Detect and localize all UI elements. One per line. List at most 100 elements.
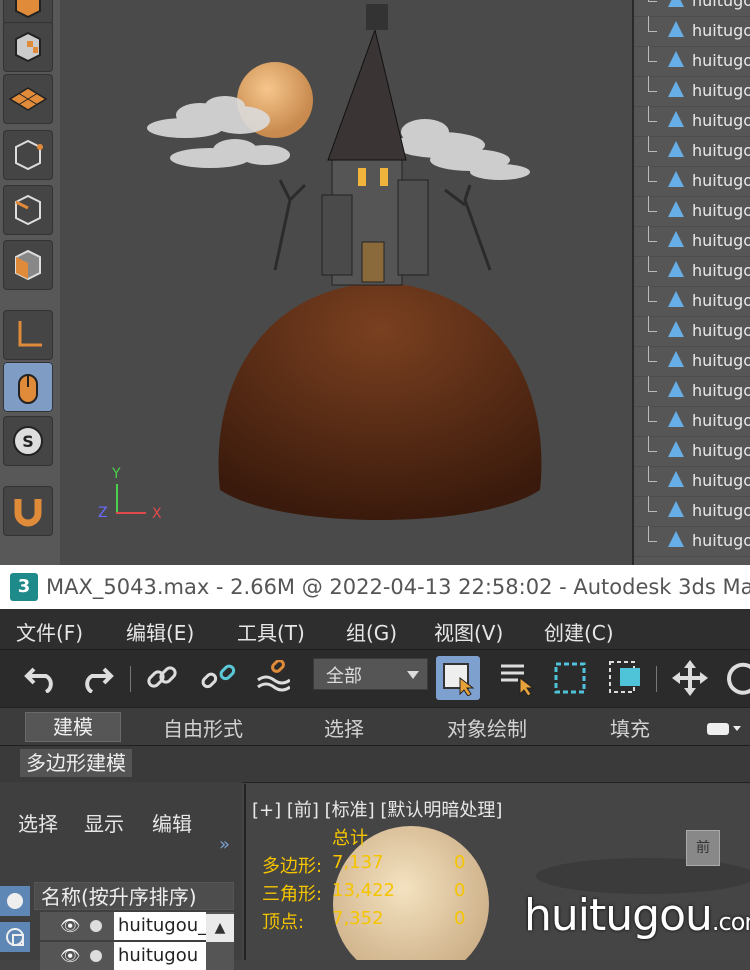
name-column-header[interactable]: 名称(按升序排序) xyxy=(34,882,234,910)
rotate-icon xyxy=(727,662,750,695)
object-list-item[interactable]: huitugou xyxy=(634,346,750,377)
object-list-item[interactable]: huitugou xyxy=(634,16,750,47)
mouse-tool-button[interactable] xyxy=(3,362,53,412)
tree-branch-line xyxy=(648,16,657,32)
stats-total-label: 总计 xyxy=(332,828,368,849)
freeze-dot-icon[interactable] xyxy=(90,950,102,962)
visibility-eye-icon[interactable]: 👁 xyxy=(60,946,80,965)
stats-triangles-value: 13,422 xyxy=(332,880,395,901)
object-list-item[interactable]: huitugou xyxy=(634,316,750,347)
axis-constraint-button[interactable] xyxy=(3,310,53,360)
left-command-toolbar: S xyxy=(0,0,61,565)
undo-button[interactable] xyxy=(20,656,64,700)
edge-cube-button[interactable] xyxy=(3,185,53,235)
helper-object-icon xyxy=(668,321,684,337)
object-list-item[interactable]: huitugou xyxy=(634,196,750,227)
move-arrows-icon xyxy=(672,660,708,696)
tree-branch-line xyxy=(648,346,657,362)
menu-view[interactable]: 视图(V) xyxy=(434,617,503,646)
explorer-menu-edit[interactable]: 编辑 xyxy=(152,808,192,837)
bind-spacewarp-button[interactable] xyxy=(250,656,294,700)
tab-object-paint[interactable]: 对象绘制 xyxy=(447,713,527,742)
display-geometry-button[interactable] xyxy=(0,922,30,952)
object-list-item[interactable]: huitugou xyxy=(634,46,750,77)
helper-object-icon xyxy=(668,351,684,367)
helper-object-icon xyxy=(668,81,684,97)
axis-x-label: X xyxy=(152,506,162,522)
snap-s-button[interactable]: S xyxy=(3,416,53,466)
object-list-item[interactable]: huitugou xyxy=(634,286,750,317)
rectangular-selection-button[interactable] xyxy=(548,656,592,700)
polygon-modeling-panel-button[interactable]: 多边形建模 xyxy=(20,749,132,777)
watermark-main: huitugou xyxy=(524,890,713,941)
menu-group[interactable]: 组(G) xyxy=(346,617,397,646)
helper-object-icon xyxy=(668,441,684,457)
object-list-item[interactable]: huitugou xyxy=(634,106,750,137)
object-list-item[interactable]: huitugou xyxy=(634,76,750,107)
helper-object-icon xyxy=(668,51,684,67)
ribbon-options-button[interactable] xyxy=(706,718,742,742)
tree-branch-line xyxy=(648,466,657,482)
tab-freeform[interactable]: 自由形式 xyxy=(163,713,243,742)
tab-modeling[interactable]: 建模 xyxy=(25,712,121,742)
object-list-item[interactable]: huitugou xyxy=(634,526,750,557)
object-list-item[interactable]: huitugou xyxy=(634,0,750,17)
vertex-cube-button[interactable] xyxy=(3,130,53,180)
stats-polygons-label: 多边形: xyxy=(262,856,323,877)
unlink-button[interactable] xyxy=(196,656,240,700)
object-list-item-label: huitugou xyxy=(692,81,750,100)
face-cube-button[interactable] xyxy=(3,240,53,290)
object-list-item[interactable]: huitugou xyxy=(634,496,750,527)
explorer-menu-select[interactable]: 选择 xyxy=(18,808,58,837)
rotate-button[interactable] xyxy=(722,656,750,700)
scene-row[interactable]: 👁 huitugou xyxy=(40,942,234,970)
object-list-item[interactable]: huitugou xyxy=(634,136,750,167)
tree-branch-line xyxy=(648,316,657,332)
tab-selection[interactable]: 选择 xyxy=(324,713,364,742)
stats-vertices-selected: 0 xyxy=(454,908,466,929)
front-viewport[interactable]: [+] [前] [标准] [默认明暗处理] 总计 多边形: 7,137 0 三角… xyxy=(244,784,750,960)
magnet-snap-button[interactable] xyxy=(3,486,53,536)
redo-button[interactable] xyxy=(74,656,118,700)
expand-chevron-icon[interactable]: » xyxy=(219,834,230,855)
window-crossing-button[interactable] xyxy=(604,656,648,700)
perspective-viewport[interactable]: Y Z X xyxy=(60,0,634,565)
menu-tools[interactable]: 工具(T) xyxy=(237,617,305,646)
tree-branch-line xyxy=(648,106,657,122)
explorer-menu-display[interactable]: 显示 xyxy=(84,808,124,837)
stats-vertices-value: 7,352 xyxy=(332,908,384,929)
geometry-icon xyxy=(6,928,24,946)
object-list-item[interactable]: huitugou xyxy=(634,436,750,467)
tree-branch-line xyxy=(648,136,657,152)
object-list-item[interactable]: huitugou xyxy=(634,406,750,437)
object-list-item[interactable]: huitugou xyxy=(634,166,750,197)
visibility-eye-icon[interactable]: 👁 xyxy=(60,916,80,935)
object-list-item[interactable]: huitugou xyxy=(634,376,750,407)
select-by-name-icon xyxy=(501,664,534,696)
object-list-item[interactable]: huitugou xyxy=(634,226,750,257)
display-objects-button[interactable] xyxy=(0,886,30,916)
object-list-item[interactable]: huitugou xyxy=(634,466,750,497)
select-object-button[interactable] xyxy=(436,656,480,700)
scene-row[interactable]: 👁 huitugou_ xyxy=(40,912,234,940)
menu-create[interactable]: 创建(C) xyxy=(544,617,614,646)
helper-object-icon xyxy=(668,411,684,427)
tree-branch-line xyxy=(648,166,657,182)
viewcube[interactable]: 前 xyxy=(686,830,720,866)
viewport-label[interactable]: [+] [前] [标准] [默认明暗处理] xyxy=(252,796,502,822)
tab-populate[interactable]: 填充 xyxy=(610,713,650,742)
tree-branch-line xyxy=(648,526,657,542)
checker-cube-button[interactable] xyxy=(3,22,53,72)
selection-filter-dropdown[interactable]: 全部 xyxy=(313,658,428,690)
select-by-name-button[interactable] xyxy=(494,656,538,700)
object-list-item[interactable]: huitugou xyxy=(634,256,750,287)
menu-edit[interactable]: 编辑(E) xyxy=(126,617,194,646)
move-button[interactable] xyxy=(668,656,712,700)
watermark-suffix: .com xyxy=(711,908,750,936)
grid-plane-button[interactable] xyxy=(3,74,53,124)
link-button[interactable] xyxy=(140,656,184,700)
scroll-up-button[interactable]: ▲ xyxy=(206,914,234,942)
menu-file[interactable]: 文件(F) xyxy=(16,617,83,646)
freeze-dot-icon[interactable] xyxy=(90,920,102,932)
ribbon-options-icon xyxy=(707,723,741,735)
